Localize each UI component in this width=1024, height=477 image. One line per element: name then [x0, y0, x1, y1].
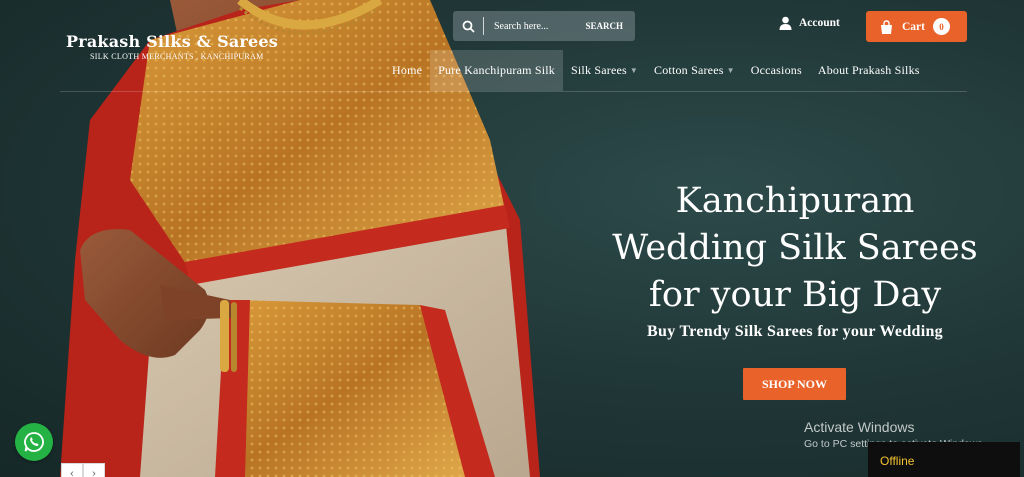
- brand-tagline: SILK CLOTH MERCHANTS , KANCHIPURAM: [90, 52, 264, 61]
- slider-next-button[interactable]: ›: [83, 463, 105, 477]
- hero-subheading: Buy Trendy Silk Sarees for your Wedding: [647, 323, 943, 340]
- search-button[interactable]: SEARCH: [585, 21, 623, 31]
- whatsapp-button[interactable]: [15, 423, 53, 461]
- search-input[interactable]: [494, 20, 574, 32]
- nav-item-label: Pure Kanchipuram Silk: [438, 63, 555, 77]
- shopping-bag-icon: [881, 19, 892, 34]
- hero-banner: Prakash Silks & Sarees SILK CLOTH MERCHA…: [0, 0, 1024, 477]
- nav-item-label: Occasions: [750, 63, 802, 77]
- nav-item-about[interactable]: About Prakash Silks: [810, 50, 928, 91]
- main-nav: Home Pure Kanchipuram Silk Silk Sarees ▼…: [384, 50, 928, 91]
- user-icon: [779, 16, 792, 30]
- slider-controls: ‹ ›: [61, 463, 105, 477]
- nav-item-pure-kanchipuram-silk[interactable]: Pure Kanchipuram Silk: [430, 50, 563, 91]
- chevron-down-icon: ▼: [726, 66, 735, 75]
- chevron-left-icon: ‹: [69, 466, 75, 477]
- account-label: Account: [799, 17, 840, 29]
- hero-headline-line1: Kanchipuram: [675, 181, 915, 221]
- cart-label: Cart: [902, 20, 925, 33]
- search-divider: [483, 17, 484, 35]
- nav-item-silk-sarees[interactable]: Silk Sarees ▼: [563, 50, 646, 91]
- nav-item-label: Silk Sarees: [571, 63, 627, 77]
- watermark-title: Activate Windows: [804, 419, 915, 435]
- cart-count-badge: 0: [933, 18, 950, 35]
- cart-button[interactable]: Cart 0: [866, 11, 967, 42]
- search-icon[interactable]: [453, 11, 483, 41]
- nav-item-occasions[interactable]: Occasions: [743, 50, 810, 91]
- account-link[interactable]: Account: [779, 16, 840, 30]
- hero-headline: Kanchipuram Wedding Silk Sarees for your…: [580, 178, 1010, 319]
- whatsapp-icon: [24, 432, 44, 452]
- offline-status-badge: Offline: [868, 442, 1020, 477]
- chevron-down-icon: ▼: [629, 66, 638, 75]
- nav-item-cotton-sarees[interactable]: Cotton Sarees ▼: [646, 50, 743, 91]
- nav-item-home[interactable]: Home: [384, 50, 430, 91]
- brand-logo[interactable]: Prakash Silks & Sarees SILK CLOTH MERCHA…: [66, 32, 278, 61]
- hero-headline-line3: for your Big Day: [648, 275, 942, 315]
- brand-name: Prakash Silks & Sarees: [66, 32, 279, 51]
- nav-item-label: Cotton Sarees: [654, 63, 724, 77]
- chevron-right-icon: ›: [91, 466, 97, 477]
- nav-item-label: Home: [392, 63, 423, 77]
- hero-headline-line2: Wedding Silk Sarees: [612, 228, 978, 268]
- shop-now-button[interactable]: SHOP NOW: [743, 368, 846, 400]
- nav-item-label: About Prakash Silks: [817, 63, 920, 77]
- slider-prev-button[interactable]: ‹: [61, 463, 83, 477]
- search-bar: SEARCH: [453, 11, 635, 41]
- nav-divider: [60, 91, 967, 92]
